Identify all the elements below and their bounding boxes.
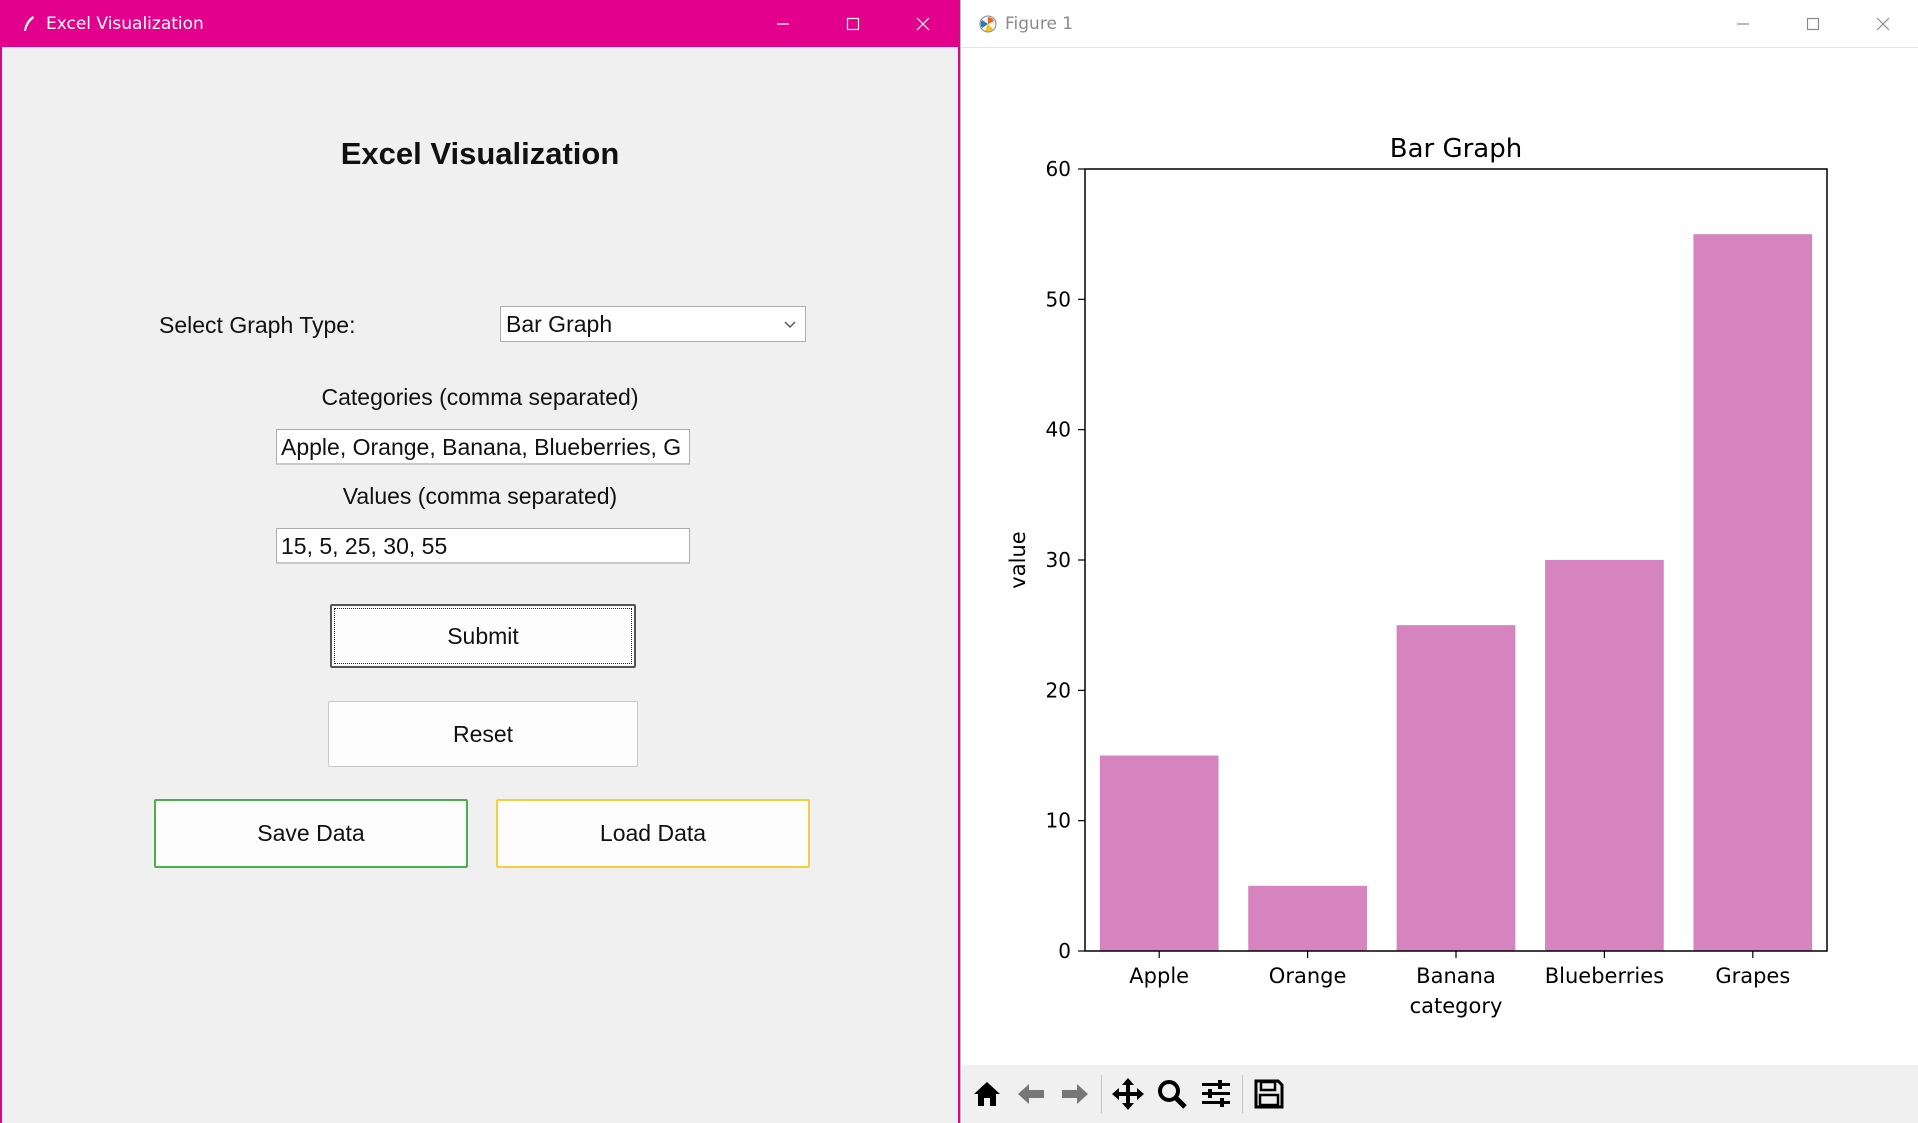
y-tick-label: 40: [1046, 418, 1071, 442]
y-tick-label: 20: [1046, 678, 1071, 702]
close-icon: [916, 17, 930, 30]
load-data-button[interactable]: Load Data: [496, 799, 810, 868]
figure-title: Figure 1: [1005, 13, 1074, 34]
y-axis-label: value: [1006, 531, 1030, 588]
feather-icon: [20, 15, 38, 33]
forward-icon[interactable]: [1053, 1072, 1097, 1116]
close-button[interactable]: [888, 0, 958, 47]
x-tick-label: Banana: [1416, 964, 1496, 988]
y-tick-label: 0: [1058, 939, 1071, 963]
bar-blueberries: [1545, 560, 1664, 951]
y-tick-label: 50: [1046, 287, 1071, 311]
bar-grapes: [1693, 234, 1813, 951]
chevron-down-icon: [784, 321, 796, 328]
back-icon[interactable]: [1009, 1072, 1053, 1116]
app-heading: Excel Visualization: [340, 136, 620, 171]
figure-minimize-button[interactable]: [1708, 0, 1778, 47]
minimize-icon: [1737, 22, 1749, 25]
graph-type-label: Select Graph Type:: [159, 312, 356, 338]
categories-input[interactable]: Apple, Orange, Banana, Blueberries, G: [276, 429, 690, 465]
window-title: Excel Visualization: [46, 13, 204, 34]
values-label: Values (comma separated): [342, 483, 618, 509]
figure-maximize-button[interactable]: [1778, 0, 1848, 47]
maximize-button[interactable]: [818, 0, 888, 47]
graph-type-value: Bar Graph: [506, 310, 613, 337]
figure-close-button[interactable]: [1848, 0, 1918, 47]
zoom-icon[interactable]: [1150, 1072, 1194, 1116]
y-tick-label: 60: [1046, 157, 1071, 181]
minimize-button[interactable]: [748, 0, 818, 47]
bar-orange: [1248, 885, 1367, 951]
close-icon: [1876, 17, 1890, 30]
x-tick-label: Orange: [1269, 964, 1347, 988]
matplotlib-icon: [979, 15, 997, 33]
maximize-icon: [1806, 17, 1820, 30]
y-tick-label: 10: [1046, 809, 1071, 833]
submit-button[interactable]: Submit: [330, 604, 636, 668]
maximize-icon: [846, 17, 860, 30]
graph-type-dropdown[interactable]: Bar Graph: [500, 306, 806, 342]
save-data-button[interactable]: Save Data: [154, 799, 468, 868]
figure-title-bar[interactable]: Figure 1: [961, 0, 1918, 48]
bar-banana: [1396, 625, 1516, 951]
reset-button[interactable]: Reset: [328, 701, 638, 767]
x-tick-label: Grapes: [1715, 964, 1790, 988]
categories-label: Categories (comma separated): [321, 384, 639, 410]
figure-toolbar: [961, 1065, 1918, 1123]
y-tick-label: 30: [1046, 548, 1071, 572]
save-figure-icon[interactable]: [1247, 1072, 1291, 1116]
minimize-icon: [777, 22, 789, 25]
pan-icon[interactable]: [1106, 1072, 1150, 1116]
excel-visualization-window: Excel Visualization Excel Visualization …: [0, 0, 960, 1123]
bar-apple: [1099, 755, 1219, 951]
x-tick-label: Apple: [1129, 964, 1189, 988]
title-bar[interactable]: Excel Visualization: [2, 0, 958, 47]
figure-window: Figure 1 Bar Graph Apple Orange Banana Blueb…: [960, 0, 1918, 1123]
x-tick-label: Blueberries: [1545, 964, 1664, 988]
bar-chart: Bar Graph Apple Orange Banana Blueberries Gra…: [1006, 134, 1828, 1018]
configure-subplots-icon[interactable]: [1194, 1072, 1238, 1116]
chart-title: Bar Graph: [1390, 134, 1522, 164]
toolbar-separator: [1242, 1075, 1243, 1113]
toolbar-separator: [1101, 1075, 1102, 1113]
values-input[interactable]: 15, 5, 25, 30, 55: [276, 528, 690, 564]
x-axis-label: category: [1410, 994, 1503, 1018]
home-icon[interactable]: [965, 1072, 1009, 1116]
